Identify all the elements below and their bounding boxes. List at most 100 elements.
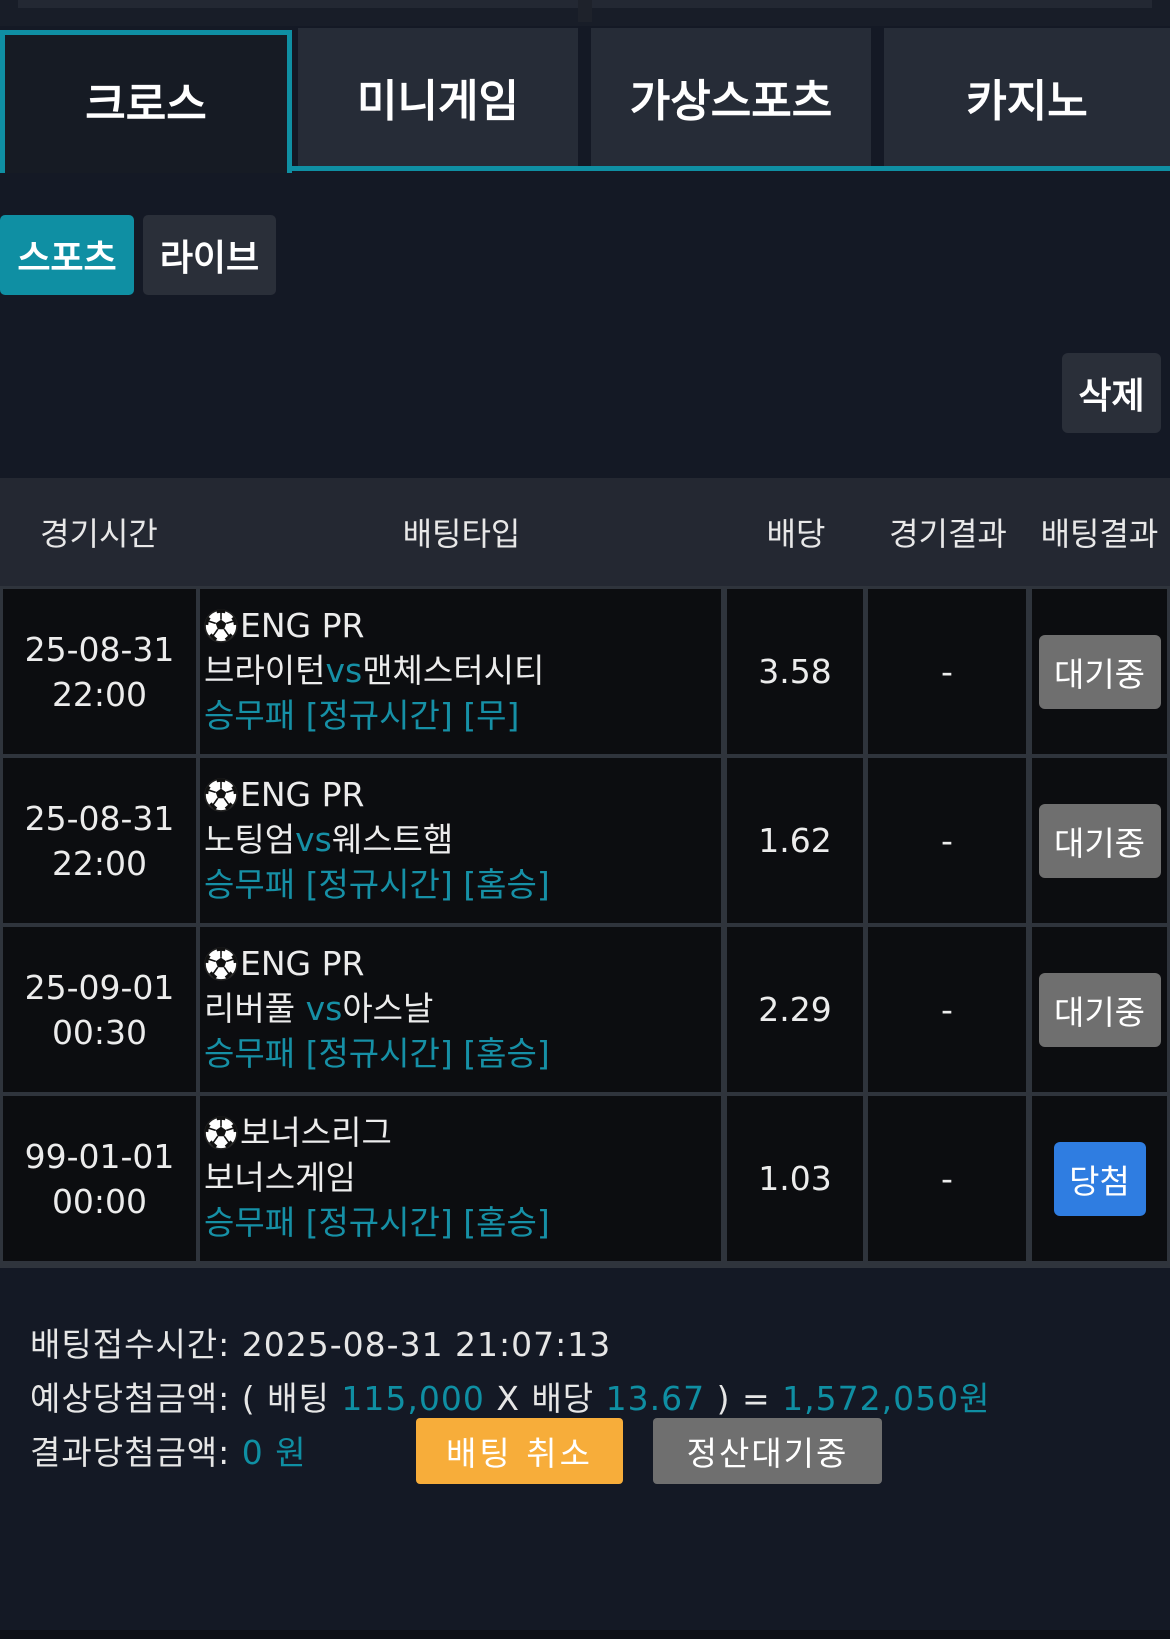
odds-cell: 1.62 — [727, 758, 863, 923]
bet-type-cell: ENG PR 리버풀 vs아스날 승무패 [정규시간] [홈승] — [200, 927, 721, 1092]
bet-type-cell: ENG PR 노팅엄vs웨스트햄 승무패 [정규시간] [홈승] — [200, 758, 721, 923]
league-line: ENG PR — [204, 772, 721, 817]
bottom-bar — [0, 1630, 1170, 1639]
odds-value: 3.58 — [758, 652, 832, 691]
expected-win-line: 예상당첨금액: ( 배팅 115,000 X 배당 13.67 ) = 1,57… — [30, 1372, 990, 1420]
settlement-pending-label: 정산대기중 — [686, 1434, 849, 1473]
league-line: ENG PR — [204, 941, 721, 986]
top-strip-right — [592, 0, 1152, 8]
match-date: 99-01-01 — [24, 1136, 175, 1176]
league-name: ENG PR — [240, 944, 365, 983]
league-line: 보너스리그 — [204, 1110, 721, 1155]
bet-pick: 승무패 [정규시간] [홈승] — [204, 865, 550, 904]
match-clock: 00:00 — [51, 1181, 148, 1221]
match-time-cell: 25-09-01 00:30 — [3, 927, 196, 1092]
total-odds: 13.67 — [605, 1379, 706, 1418]
tab-virtual-sports-label: 가상스포츠 — [629, 76, 833, 127]
table-header: 경기시간 배팅타입 배당 경기결과 배팅결과 — [0, 478, 1170, 586]
match-result-cell: - — [868, 927, 1026, 1092]
tab-minigame-label: 미니게임 — [357, 76, 519, 127]
times-odds-label: X 배당 — [496, 1379, 595, 1418]
top-strip-divider — [578, 0, 592, 22]
cancel-bet-button[interactable]: 배팅 취소 — [416, 1418, 623, 1484]
match-teams: 보너스게임 — [204, 1155, 721, 1200]
subtab-sports[interactable]: 스포츠 — [0, 215, 134, 295]
top-strip — [0, 0, 1170, 26]
league-name: ENG PR — [240, 775, 365, 814]
match-result-cell: - — [868, 758, 1026, 923]
bet-result-cell: 대기중 — [1032, 758, 1167, 923]
status-badge-win[interactable]: 당첨 — [1053, 1141, 1146, 1216]
home-team: 브라이턴 — [204, 651, 326, 690]
tab-cross[interactable]: 크로스 — [0, 30, 292, 173]
match-result-value: - — [941, 1159, 953, 1198]
match-result-value: - — [941, 652, 953, 691]
header-match-result: 경기결과 — [889, 515, 1007, 553]
cancel-bet-label: 배팅 취소 — [446, 1434, 593, 1473]
away-team: 맨체스터시티 — [362, 651, 545, 690]
match-result-value: - — [941, 821, 953, 860]
bet-time-value: 2025-08-31 21:07:13 — [241, 1325, 612, 1364]
vs-label: vs — [305, 989, 343, 1028]
match-teams: 리버풀 vs아스날 — [204, 986, 721, 1031]
league-line: ENG PR — [204, 603, 721, 648]
home-team: 리버풀 — [204, 989, 306, 1028]
match-teams: 노팅엄vs웨스트햄 — [204, 817, 721, 862]
bet-result-cell: 대기중 — [1032, 589, 1167, 754]
tab-casino-label: 카지노 — [966, 76, 1088, 127]
subtab-sports-label: 스포츠 — [17, 238, 117, 279]
main-tabs: 크로스 미니게임 가상스포츠 카지노 — [0, 28, 1170, 173]
match-time-cell: 25-08-31 22:00 — [3, 589, 196, 754]
soccer-ball-icon — [204, 608, 238, 643]
tab-minigame[interactable]: 미니게임 — [298, 28, 578, 166]
header-odds: 배당 — [766, 515, 826, 553]
delete-button[interactable]: 삭제 — [1062, 353, 1161, 433]
soccer-ball-icon — [204, 1115, 238, 1150]
expected-win-label: 예상당첨금액: — [30, 1379, 231, 1418]
match-clock: 22:00 — [51, 843, 148, 883]
equals-sign: ) = — [716, 1379, 771, 1418]
odds-value: 1.03 — [758, 1159, 832, 1198]
tab-virtual-sports[interactable]: 가상스포츠 — [591, 28, 871, 166]
header-bet-result: 배팅결과 — [1040, 515, 1159, 553]
vs-label: vs — [295, 820, 332, 859]
result-win-line: 결과당첨금액: 0 원 — [30, 1426, 307, 1474]
bet-time-line: 배팅접수시간: 2025-08-31 21:07:13 — [30, 1318, 611, 1366]
bet-table: 25-08-31 22:00 ENG PR 브라이턴vs맨체스터시티 승무패 [정규시간… — [0, 586, 1170, 1268]
expected-win-amount: 1,572,050원 — [782, 1379, 991, 1418]
home-team: 보너스게임 — [204, 1158, 356, 1197]
tab-underline — [292, 166, 1170, 171]
odds-value: 1.62 — [758, 821, 832, 860]
match-date: 25-08-31 — [24, 798, 175, 838]
status-badge-pending[interactable]: 대기중 — [1038, 634, 1161, 709]
status-badge-pending[interactable]: 대기중 — [1038, 972, 1161, 1047]
bet-result-cell: 당첨 — [1032, 1096, 1167, 1261]
vs-label: vs — [325, 651, 363, 690]
settlement-pending-button[interactable]: 정산대기중 — [653, 1418, 882, 1484]
header-match-time: 경기시간 — [40, 515, 158, 553]
status-badge-pending[interactable]: 대기중 — [1038, 803, 1161, 878]
odds-cell: 1.03 — [727, 1096, 863, 1261]
match-result-cell: - — [868, 589, 1026, 754]
soccer-ball-icon — [204, 777, 238, 812]
top-strip-left — [18, 0, 578, 8]
bet-pick: 승무패 [정규시간] [홈승] — [204, 1203, 550, 1242]
subtab-live[interactable]: 라이브 — [143, 215, 276, 295]
away-team: 아스날 — [342, 989, 434, 1028]
home-team: 노팅엄 — [204, 820, 296, 859]
bet-pick: 승무패 [정규시간] [홈승] — [204, 1034, 550, 1073]
delete-button-label: 삭제 — [1078, 376, 1145, 417]
bet-result-cell: 대기중 — [1032, 927, 1167, 1092]
bet-pick: 승무패 [정규시간] [무] — [204, 696, 520, 735]
odds-value: 2.29 — [758, 990, 832, 1029]
match-clock: 00:30 — [51, 1012, 148, 1052]
match-teams: 브라이턴vs맨체스터시티 — [204, 648, 721, 693]
match-date: 25-08-31 — [24, 629, 175, 669]
tab-casino[interactable]: 카지노 — [884, 28, 1170, 166]
match-date: 25-09-01 — [24, 967, 175, 1007]
match-result-cell: - — [868, 1096, 1026, 1261]
soccer-ball-icon — [204, 946, 238, 981]
result-win-label: 결과당첨금액: — [30, 1433, 231, 1472]
result-win-amount: 0 원 — [241, 1433, 307, 1472]
odds-cell: 3.58 — [727, 589, 863, 754]
